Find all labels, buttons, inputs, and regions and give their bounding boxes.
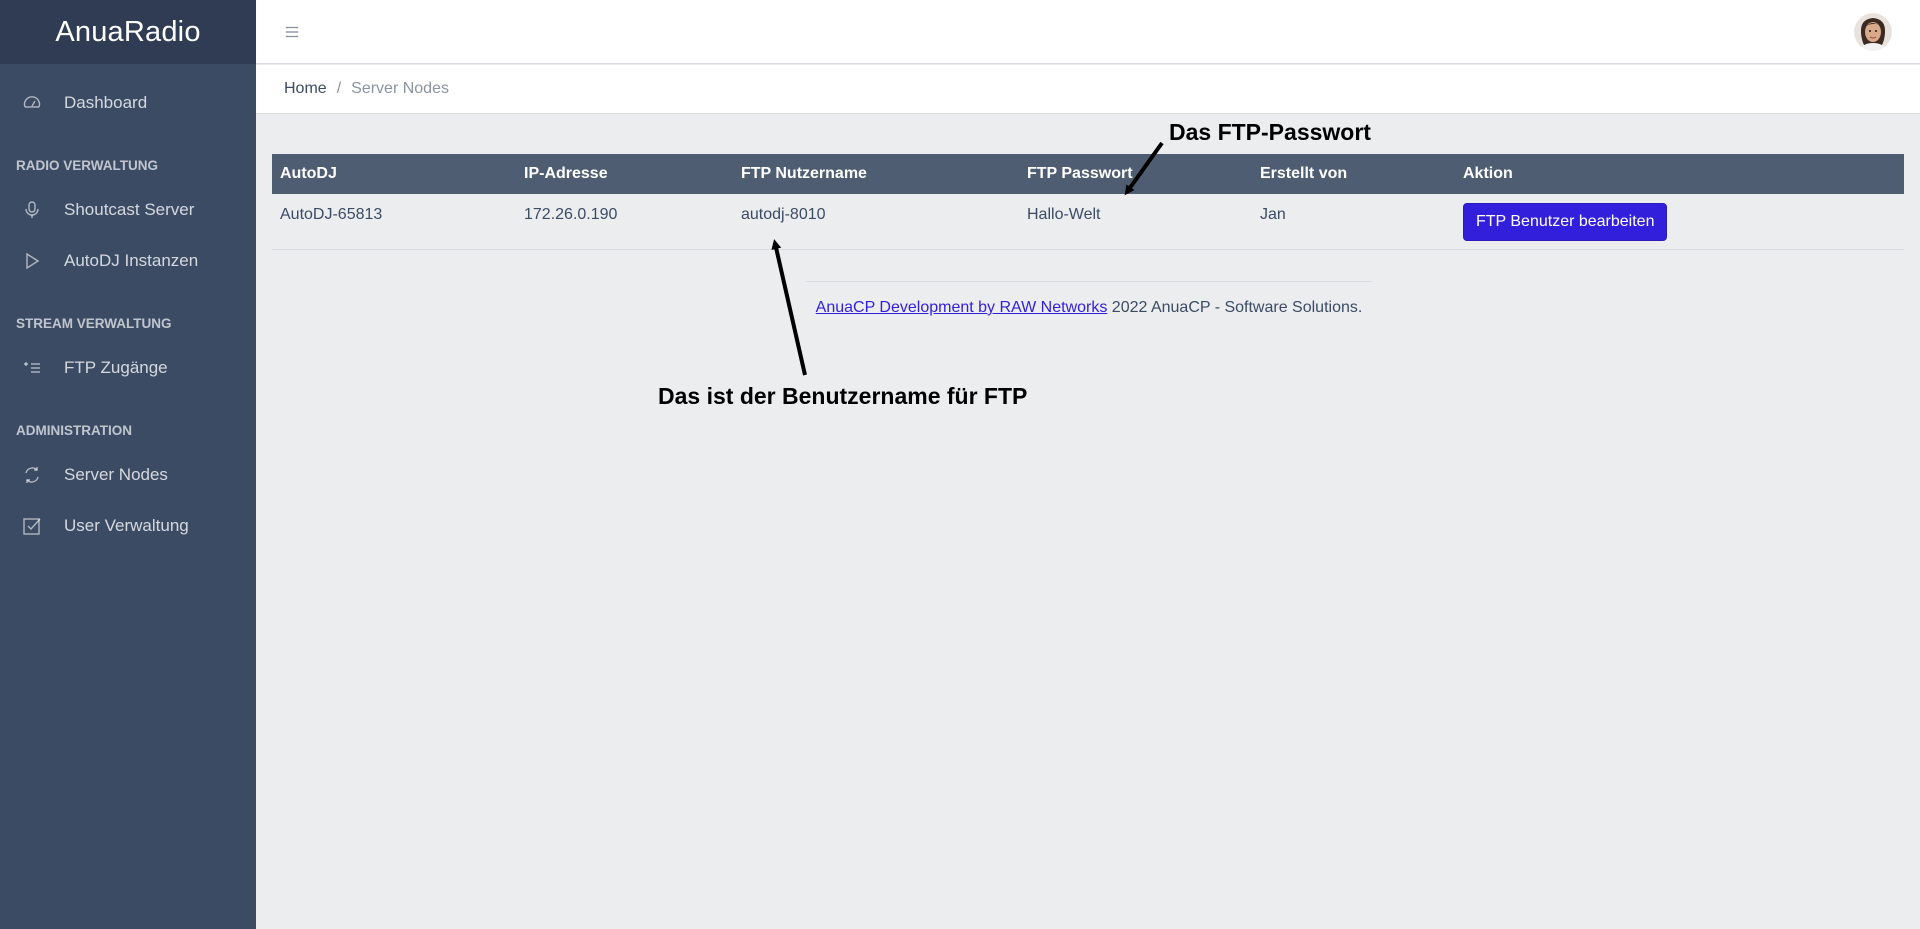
sidebar-item-ftp[interactable]: FTP Zugänge xyxy=(0,342,256,393)
nav-title-stream: STREAM VERWALTUNG xyxy=(16,316,172,331)
cell-ip: 172.26.0.190 xyxy=(516,194,733,250)
microphone-icon xyxy=(22,200,42,220)
hamburger-icon[interactable] xyxy=(278,18,306,46)
ftp-table-container: AutoDJ IP-Adresse FTP Nutzername FTP Pas… xyxy=(272,154,1904,250)
sidebar: AnuaRadio Dashboard RADIO VERWALTUNG Sho… xyxy=(0,0,256,929)
cell-created-by: Jan xyxy=(1252,194,1455,250)
list-add-icon xyxy=(22,358,42,378)
sidebar-item-shoutcast[interactable]: Shoutcast Server xyxy=(0,184,256,235)
nav-title-admin: ADMINISTRATION xyxy=(16,423,132,438)
arrow-to-username xyxy=(771,239,807,376)
header xyxy=(256,0,1920,64)
sync-icon xyxy=(22,465,42,485)
sidebar-item-autodj[interactable]: AutoDJ Instanzen xyxy=(0,235,256,286)
table-row: AutoDJ-65813 172.26.0.190 autodj-8010 Ha… xyxy=(272,194,1904,250)
annotation-username: Das ist der Benutzername für FTP xyxy=(658,383,1028,409)
cell-autodj: AutoDJ-65813 xyxy=(272,194,516,250)
column-header-action: Aktion xyxy=(1455,154,1904,194)
annotation-arrows xyxy=(771,141,1164,376)
annotation-password: Das FTP-Passwort xyxy=(1169,119,1371,145)
speedometer-icon xyxy=(22,93,42,113)
breadcrumb: Home / Server Nodes xyxy=(256,65,1920,114)
sidebar-item-server-nodes[interactable]: Server Nodes xyxy=(0,449,256,500)
avatar[interactable] xyxy=(1854,13,1892,51)
footer-link[interactable]: AnuaCP Development by RAW Networks xyxy=(816,299,1108,316)
breadcrumb-active: Server Nodes xyxy=(351,80,449,97)
column-header-autodj: AutoDJ xyxy=(272,154,516,194)
column-header-ftp-user: FTP Nutzername xyxy=(733,154,1019,194)
play-icon xyxy=(22,251,42,271)
sidebar-item-label: User Verwaltung xyxy=(64,515,189,535)
breadcrumb-home[interactable]: Home xyxy=(284,80,327,98)
footer-text: 2022 AnuaCP - Software Solutions. xyxy=(1107,299,1363,316)
sidebar-item-label: Server Nodes xyxy=(64,464,168,484)
column-header-ip: IP-Adresse xyxy=(516,154,733,194)
brand-logo[interactable]: AnuaRadio xyxy=(0,0,256,64)
sidebar-item-label: Shoutcast Server xyxy=(64,199,195,219)
nav-title-radio: RADIO VERWALTUNG xyxy=(16,158,159,173)
cell-ftp-user: autodj-8010 xyxy=(733,194,1019,250)
sidebar-item-user-verwaltung[interactable]: User Verwaltung xyxy=(0,500,256,551)
table-header-row: AutoDJ IP-Adresse FTP Nutzername FTP Pas… xyxy=(272,154,1904,194)
cell-action: FTP Benutzer bearbeiten xyxy=(1455,194,1904,250)
cell-ftp-pass: Hallo-Welt xyxy=(1019,194,1252,250)
column-header-created-by: Erstellt von xyxy=(1252,154,1455,194)
column-header-ftp-pass: FTP Passwort xyxy=(1019,154,1252,194)
sidebar-item-label: FTP Zugänge xyxy=(64,357,168,377)
ftp-table: AutoDJ IP-Adresse FTP Nutzername FTP Pas… xyxy=(272,154,1904,250)
footer: AnuaCP Development by RAW Networks 2022 … xyxy=(806,281,1372,317)
sidebar-item-dashboard[interactable]: Dashboard xyxy=(0,77,256,128)
edit-ftp-user-button[interactable]: FTP Benutzer bearbeiten xyxy=(1463,203,1668,241)
breadcrumb-separator: / xyxy=(336,80,342,97)
sidebar-item-label: Dashboard xyxy=(64,92,148,112)
task-check-icon xyxy=(22,516,42,536)
sidebar-item-label: AutoDJ Instanzen xyxy=(64,250,199,270)
